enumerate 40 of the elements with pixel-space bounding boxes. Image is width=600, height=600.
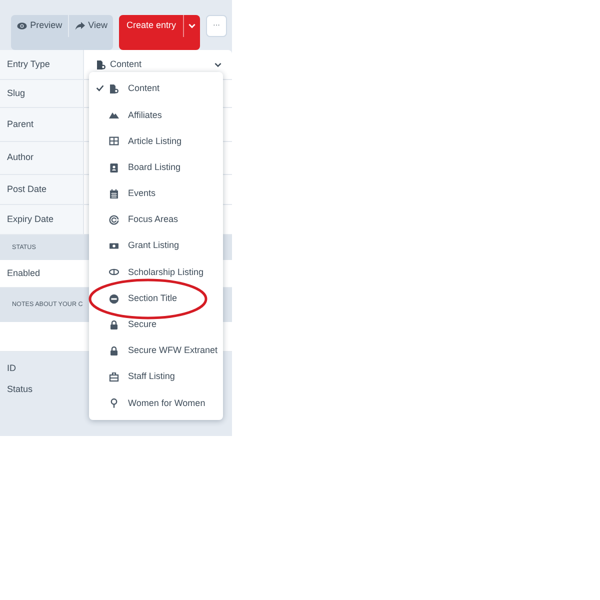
field-label: Slug [0, 80, 84, 107]
grid-icon [109, 136, 119, 146]
menu-item[interactable]: Secure WFW Extranet [89, 338, 223, 364]
field-label: Entry Type [0, 50, 84, 79]
lock-icon [109, 320, 119, 330]
mountain-icon [109, 110, 119, 120]
chevron-down-icon [214, 60, 222, 68]
map-pin-icon [109, 398, 119, 408]
meta-label: Status [7, 383, 33, 396]
menu-item[interactable]: Events [89, 180, 223, 207]
minus-circle-icon [109, 294, 119, 304]
meta-label: ID [7, 362, 16, 375]
ticket-icon [109, 241, 119, 252]
menu-item[interactable]: Section Title [89, 286, 223, 312]
menu-item[interactable]: Content [89, 76, 223, 102]
eye-icon [17, 21, 28, 31]
briefcase-icon [109, 372, 119, 382]
entry-type-select[interactable]: Content [96, 58, 232, 72]
document-icon [109, 84, 119, 94]
menu-item[interactable]: Women for Women [89, 390, 223, 416]
menu-item[interactable]: Article Listing [89, 128, 223, 155]
field-label: Author [0, 142, 84, 174]
menu-item[interactable]: Focus Areas [89, 206, 223, 234]
menu-item[interactable]: Grant Listing [89, 233, 223, 260]
menu-item[interactable]: Board Listing [89, 154, 223, 181]
field-label: Enabled [6, 266, 40, 280]
calendar-icon [109, 188, 119, 199]
field-label: Post Date [0, 175, 84, 204]
preview-button[interactable]: Preview [11, 15, 68, 37]
lock-icon [109, 346, 119, 356]
menu-item[interactable]: Affiliates [89, 102, 223, 128]
view-button[interactable]: View [68, 15, 114, 37]
share-arrow-icon [75, 21, 86, 31]
menu-item[interactable]: Staff Listing [89, 364, 223, 390]
menu-item[interactable]: Scholarship Listing [89, 259, 223, 286]
document-icon [96, 60, 106, 70]
contact-card-icon [109, 162, 119, 173]
field-label: Expiry Date [0, 205, 84, 234]
caret-icon [188, 22, 196, 30]
field-label: Parent [0, 108, 84, 141]
